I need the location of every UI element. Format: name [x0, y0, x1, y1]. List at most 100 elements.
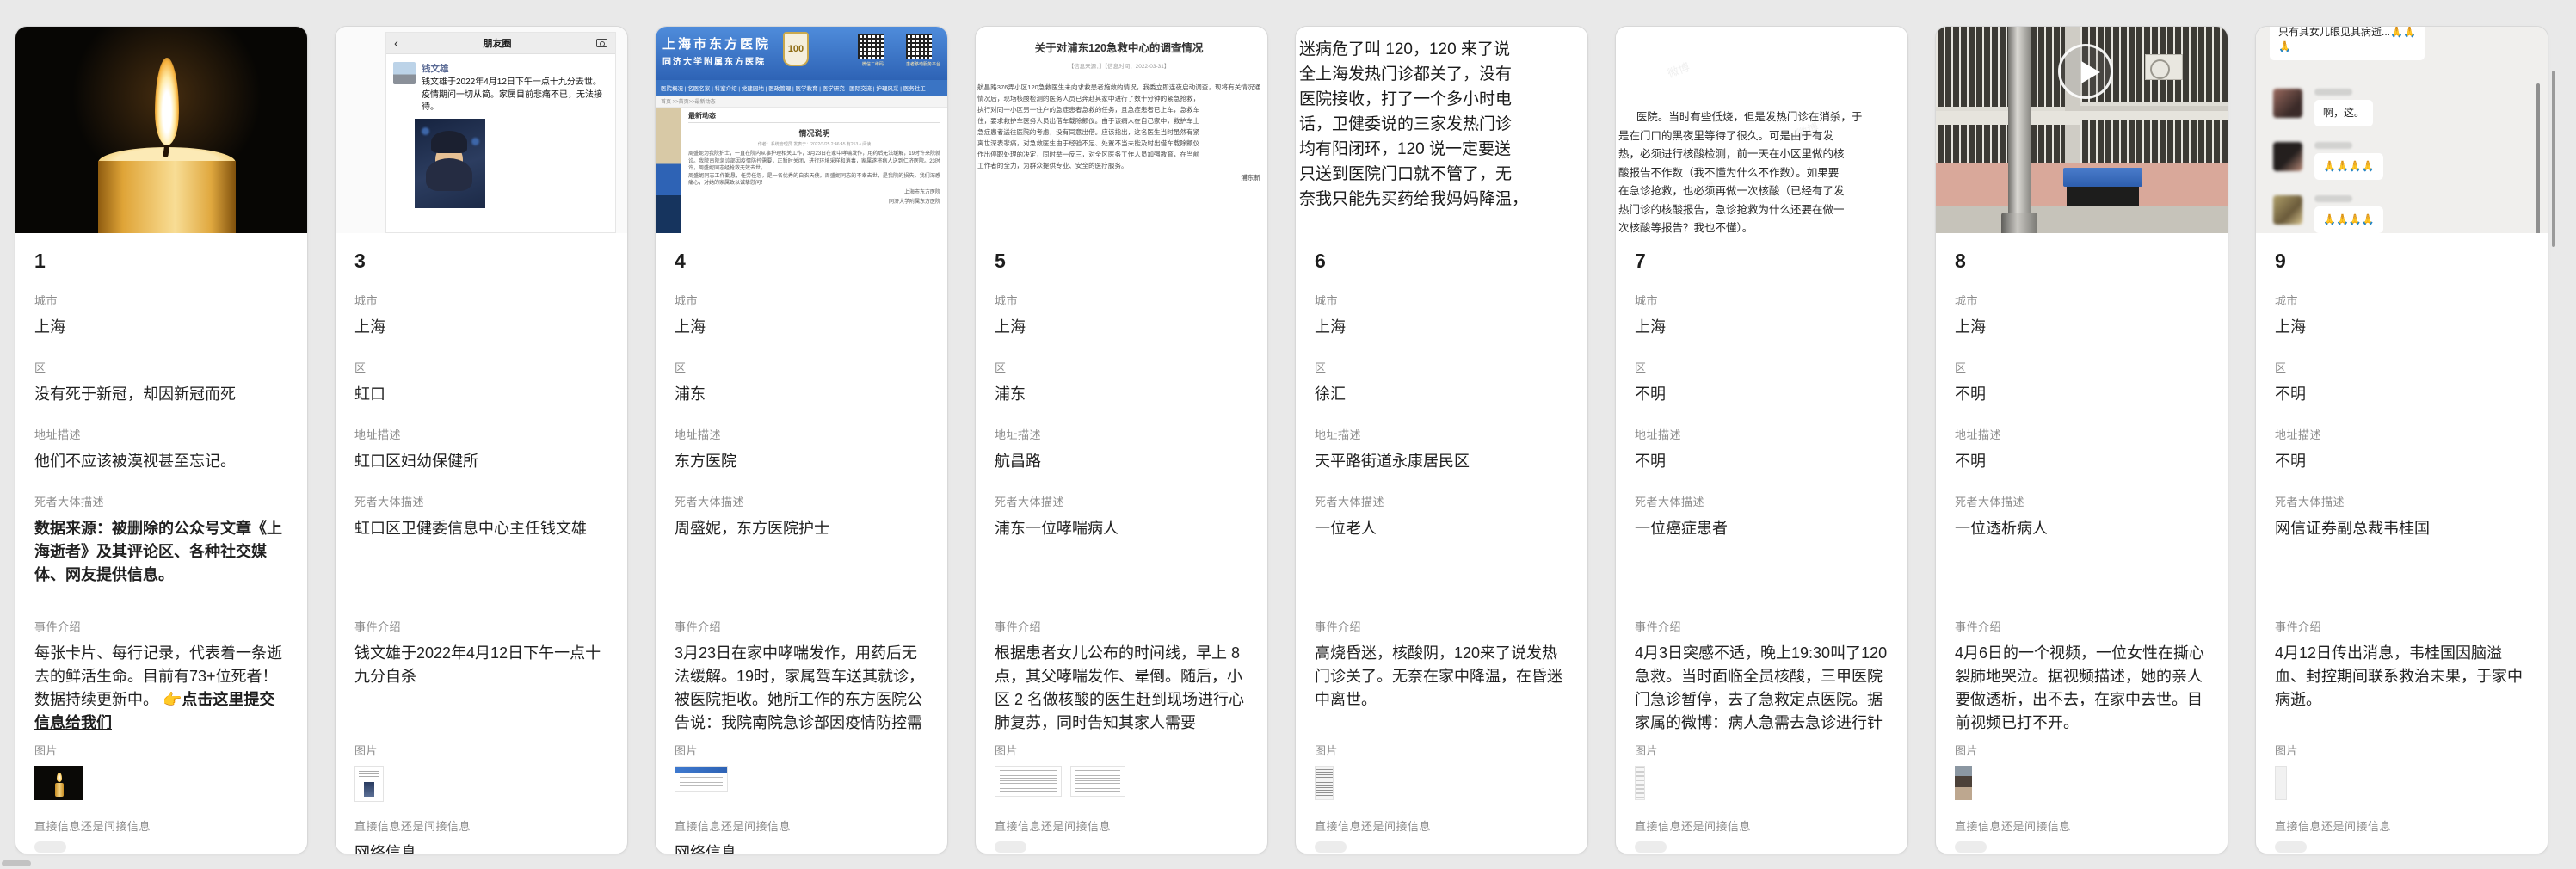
record-card[interactable]: 8 城市上海 区不明 地址描述不明 死者大体描述一位透析病人 事件介绍4月6日的…	[1935, 26, 2228, 854]
field-value-city: 上海	[675, 316, 928, 339]
field-value-event: 3月23日在家中哮喘发作，用药后无法缓解。19时，家属驾车送其就诊，被医院拒收。…	[675, 642, 928, 735]
field-label-district: 区	[1955, 359, 2209, 375]
field-label-district: 区	[1315, 359, 1568, 375]
article-title: 情况说明	[688, 127, 940, 139]
attachment-thumbnail[interactable]	[34, 766, 83, 800]
empty-value-pill	[1315, 841, 1347, 853]
chat-bubble: 只有其女儿眼见其病逝...🙏🙏 🙏	[2270, 27, 2425, 60]
field-value-direct: 网络信息	[354, 841, 608, 854]
field-label-event: 事件介绍	[995, 618, 1248, 634]
field-value-deceased: 一位癌症患者	[1635, 517, 1889, 587]
post-photo	[415, 119, 485, 208]
field-value-deceased: 一位透析病人	[1955, 517, 2209, 587]
post-author: 钱文雄	[422, 62, 608, 75]
field-label-district: 区	[2275, 359, 2529, 375]
field-value-event: 4月3日突感不适，晚上19:30叫了120急救。当时面临全员核酸，三甲医院门急诊…	[1635, 642, 1889, 735]
avatar	[393, 62, 416, 84]
text-screenshot[interactable]: 迷病危了叫 120，120 来了说 全上海发热门诊都关了，没有 医院接收，打了一…	[1296, 27, 1587, 233]
record-card[interactable]: 1 城市上海 区没有死于新冠，却因新冠而死 地址描述他们不应该被漠视甚至忘记。 …	[15, 26, 308, 854]
record-number: 1	[34, 250, 288, 273]
vertical-scrollbar[interactable]	[2552, 71, 2555, 247]
record-card[interactable]: 上海市东方医院 同济大学附属东方医院 100 微信二维码 患者移动服务平台 医院…	[655, 26, 948, 854]
qr-code	[858, 34, 884, 59]
attachment-thumbnail[interactable]	[995, 766, 1062, 797]
field-label-direct: 直接信息还是间接信息	[995, 817, 1248, 834]
record-number: 8	[1955, 250, 2209, 273]
attachment-thumbnail[interactable]	[1955, 766, 1972, 800]
moments-frame: ‹ 朋友圈 钱文雄 钱文雄于2022年4月12日下午一点十九分去世。疫情期间一切…	[385, 32, 616, 233]
empty-value-pill	[1955, 841, 1987, 853]
field-value-address: 不明	[2275, 450, 2529, 473]
field-label-direct: 直接信息还是间接信息	[354, 817, 608, 834]
section-title: 最新动态	[688, 111, 940, 123]
field-value-address: 天平路街道永康居民区	[1315, 450, 1568, 473]
chat-screenshot[interactable]: 只有其女儿眼见其病逝...🙏🙏 🙏 啊，这。 🙏🙏🙏🙏 🙏🙏🙏🙏	[2256, 27, 2548, 233]
field-label-address: 地址描述	[1315, 426, 1568, 442]
breadcrumb: 首页 >>首页>>最新动态	[656, 96, 947, 108]
attachment-thumbnail[interactable]	[2275, 766, 2287, 800]
attachment-thumbnail[interactable]	[1315, 766, 1334, 800]
government-notice-screenshot[interactable]: 关于对浦东120急救中心的调查情况 【信息来源：】【信息时间：2022-03-3…	[976, 27, 1267, 233]
field-label-address: 地址描述	[354, 426, 608, 442]
field-label-deceased: 死者大体描述	[1315, 493, 1568, 509]
article-signature: 同济大学附属东方医院	[688, 199, 940, 206]
field-value-city: 上海	[995, 316, 1248, 339]
attachment-thumbnail[interactable]	[354, 766, 384, 802]
field-label-event: 事件介绍	[675, 618, 928, 634]
field-value-district: 不明	[1635, 383, 1889, 406]
record-card[interactable]: ‹ 朋友圈 钱文雄 钱文雄于2022年4月12日下午一点十九分去世。疫情期间一切…	[335, 26, 628, 854]
field-value-city: 上海	[34, 316, 288, 339]
field-value-deceased: 数据来源：被删除的公众号文章《上海逝者》及其评论区、各种社交媒体、网友提供信息。	[34, 517, 288, 587]
weibo-watermark: 微博	[1691, 178, 1718, 203]
field-label-deceased: 死者大体描述	[1955, 493, 2209, 509]
record-card[interactable]: 关于对浦东120急救中心的调查情况 【信息来源：】【信息时间：2022-03-3…	[975, 26, 1268, 854]
field-label-event: 事件介绍	[1635, 618, 1889, 634]
record-card[interactable]: 只有其女儿眼见其病逝...🙏🙏 🙏 啊，这。 🙏🙏🙏🙏 🙏🙏🙏🙏 9	[2255, 26, 2548, 854]
video-still[interactable]	[1936, 27, 2228, 233]
record-number: 9	[2275, 250, 2529, 273]
screenshot-text: 医院。当时有些低烧，但是发热门诊在消杀，于 是在门口的黑夜里等待了很久。可是由于…	[1618, 111, 1862, 233]
field-label-event: 事件介绍	[1955, 618, 2209, 634]
avatar	[2273, 195, 2302, 225]
candle-photo[interactable]	[15, 27, 307, 233]
building-base	[1936, 206, 2228, 233]
field-value-event: 4月6日的一个视频，一位女性在撕心裂肺地哭泣。据视频描述，她的亲人要做透析，出不…	[1955, 642, 2209, 735]
field-value-event: 根据患者女儿公布的时间线，早上 8 点，其父哮喘发作、晕倒。随后，小区 2 名做…	[995, 642, 1248, 735]
field-label-event: 事件介绍	[1315, 618, 1568, 634]
field-label-image: 图片	[34, 742, 288, 758]
field-value-event: 4月12日传出消息，韦桂国因脑溢血、封控期间联系救治未果，于家中病逝。	[2275, 642, 2529, 735]
field-label-event: 事件介绍	[34, 618, 288, 634]
field-label-deceased: 死者大体描述	[2275, 493, 2529, 509]
field-value-deceased: 网信证券副总裁韦桂国	[2275, 517, 2529, 587]
wechat-moments-screenshot[interactable]: ‹ 朋友圈 钱文雄 钱文雄于2022年4月12日下午一点十九分去世。疫情期间一切…	[336, 27, 627, 233]
chat-scrollbar[interactable]	[2536, 83, 2540, 233]
field-value-district: 不明	[2275, 383, 2529, 406]
record-number: 4	[675, 250, 928, 273]
play-button-icon[interactable]	[2058, 44, 2113, 99]
field-value-district: 虹口	[354, 383, 608, 406]
record-card[interactable]: 微博 微博 微博 医院。当时有些低烧，但是发热门诊在消杀，于 是在门口的黑夜里等…	[1615, 26, 1908, 854]
weibo-text-screenshot[interactable]: 微博 微博 微博 医院。当时有些低烧，但是发热门诊在消杀，于 是在门口的黑夜里等…	[1616, 27, 1907, 233]
attachment-thumbnail[interactable]	[1635, 766, 1645, 800]
field-value-address: 航昌路	[995, 450, 1248, 473]
attachment-thumbnail[interactable]	[675, 766, 728, 792]
record-card[interactable]: 迷病危了叫 120，120 来了说 全上海发热门诊都关了，没有 医院接收，打了一…	[1295, 26, 1588, 854]
empty-value-pill	[995, 841, 1026, 853]
field-label-address: 地址描述	[675, 426, 928, 442]
article-body: 周盛妮为我院护士，一直在院内从事护理相关工作，3月23日在家中哮喘发作，用药后无…	[688, 151, 940, 188]
candle-body	[98, 161, 236, 233]
field-value-city: 上海	[1955, 316, 2209, 339]
site-nav: 医院概况 | 名医名家 | 科室介绍 | 党建园地 | 医政管理 | 医学教育 …	[656, 80, 947, 96]
article-meta: 作者：系统管理员 发表于：2022/3/25 2:46:45 有253人阅读	[688, 141, 940, 147]
weibo-watermark: 微博	[1665, 58, 1692, 83]
empty-value-pill	[1635, 841, 1667, 853]
field-value-city: 上海	[2275, 316, 2529, 339]
hospital-website-screenshot[interactable]: 上海市东方医院 同济大学附属东方医院 100 微信二维码 患者移动服务平台 医院…	[656, 27, 947, 233]
attachment-thumbnail[interactable]	[1070, 766, 1125, 797]
field-label-image: 图片	[995, 742, 1248, 758]
building-window	[1936, 27, 2065, 111]
photo-light	[422, 127, 429, 135]
dark-doorway	[2067, 187, 2139, 207]
hospital-subname: 同济大学附属东方医院	[662, 54, 766, 67]
horizontal-scrollbar[interactable]	[2, 860, 31, 866]
